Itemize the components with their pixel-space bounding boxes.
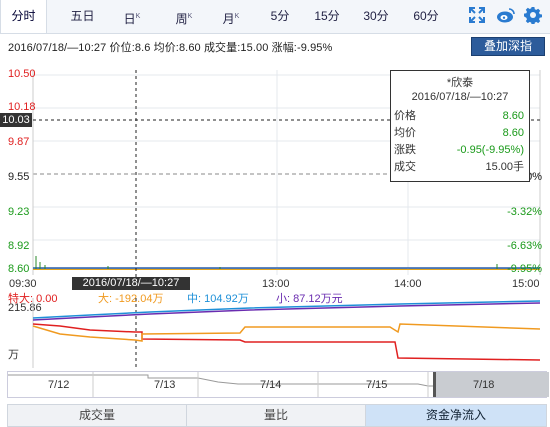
tab-weekly-k[interactable]: 周K	[164, 0, 204, 33]
tab-capital-inflow[interactable]: 资金净流入	[366, 405, 546, 426]
y-label-left-4: 9.23	[8, 206, 30, 218]
tab-5min[interactable]: 5分	[260, 0, 300, 33]
tab-monthly-k[interactable]: 月K	[211, 0, 251, 33]
indicator-tab-bar: 成交量 量比 资金净流入	[7, 404, 547, 427]
nav-date-0[interactable]: 7/12	[48, 379, 69, 391]
crosshair-price-label: 10.03	[0, 113, 32, 127]
weibo-icon[interactable]	[496, 6, 516, 26]
x-label-mid: 13:00	[262, 278, 290, 290]
flow-small-line	[32, 302, 541, 321]
tab-daily-k[interactable]: 日K	[112, 0, 152, 33]
gear-icon[interactable]	[523, 6, 543, 26]
y-label-right-4: -3.32%	[507, 206, 542, 218]
info-avg-label: 均价:	[153, 42, 179, 54]
tab-30min[interactable]: 30分	[356, 0, 396, 33]
tab-volume[interactable]: 成交量	[8, 405, 187, 426]
tooltip-row-price: 价格 8.60	[394, 110, 524, 122]
y-label-left-3: 9.55	[8, 171, 30, 183]
tooltip-row-volume: 成交 15.00手	[394, 161, 524, 173]
y-label-left-1: 10.18	[8, 101, 36, 113]
tooltip-title: *欣泰	[446, 77, 474, 89]
tab-intraday[interactable]: 分时	[0, 0, 47, 33]
y-label-left-2: 9.87	[8, 136, 30, 148]
tab-15min[interactable]: 15分	[307, 0, 347, 33]
overlay-index-button[interactable]: 叠加深指	[471, 37, 545, 56]
tooltip-datetime: 2016/07/18/—10:27	[411, 91, 509, 103]
tooltip-panel: *欣泰 2016/07/18/—10:27 价格 8.60 均价 8.60 涨跌 -0…	[390, 70, 530, 182]
info-change: -9.95%	[296, 42, 333, 54]
y-label-right-6: -9.95%	[507, 263, 542, 275]
info-avg: 8.60	[178, 42, 201, 54]
crosshair-time-label: 2016/07/18/—10:27	[72, 277, 190, 290]
tab-60min[interactable]: 60分	[406, 0, 446, 33]
nav-date-2[interactable]: 7/14	[260, 379, 281, 391]
period-tab-bar: 分时 五日 日K 周K 月K 5分 15分 30分 60分	[0, 0, 550, 34]
capital-flow-chart[interactable]	[0, 298, 550, 368]
info-volume-label: 成交量:	[203, 42, 241, 54]
flow-large-line	[32, 323, 541, 342]
y-label-right-5: -6.63%	[507, 240, 542, 252]
nav-date-1[interactable]: 7/13	[154, 379, 175, 391]
flow-super-large-line	[32, 323, 541, 361]
y-label-left-5: 8.92	[8, 240, 30, 252]
volume-bars	[35, 256, 498, 269]
info-price-label: 价位:	[109, 42, 135, 54]
expand-icon[interactable]	[467, 6, 487, 26]
info-datetime: 2016/07/18/—10:27	[8, 42, 107, 54]
x-label-1400: 14:00	[394, 278, 422, 290]
x-label-start: 09:30	[9, 278, 37, 290]
date-navigator[interactable]: 7/12 7/13 7/14 7/15 7/18	[7, 371, 549, 398]
quote-info-row: 2016/07/18/—10:27 价位:8.6 均价:8.60 成交量:15.…	[8, 39, 332, 55]
info-price: 8.6	[134, 42, 151, 54]
nav-date-3[interactable]: 7/15	[366, 379, 387, 391]
y-label-left-6: 8.60	[8, 263, 30, 275]
nav-date-4[interactable]: 7/18	[473, 379, 494, 391]
info-volume: 15.00	[240, 42, 269, 54]
info-change-label: 涨幅:	[271, 42, 297, 54]
tab-volume-ratio[interactable]: 量比	[187, 405, 366, 426]
tab-five-day[interactable]: 五日	[60, 0, 105, 33]
tooltip-row-avg: 均价 8.60	[394, 127, 524, 139]
x-label-end: 15:00	[512, 278, 540, 290]
tooltip-row-change: 涨跌 -0.95(-9.95%)	[394, 144, 524, 156]
y-label-left-0: 10.50	[8, 68, 36, 80]
